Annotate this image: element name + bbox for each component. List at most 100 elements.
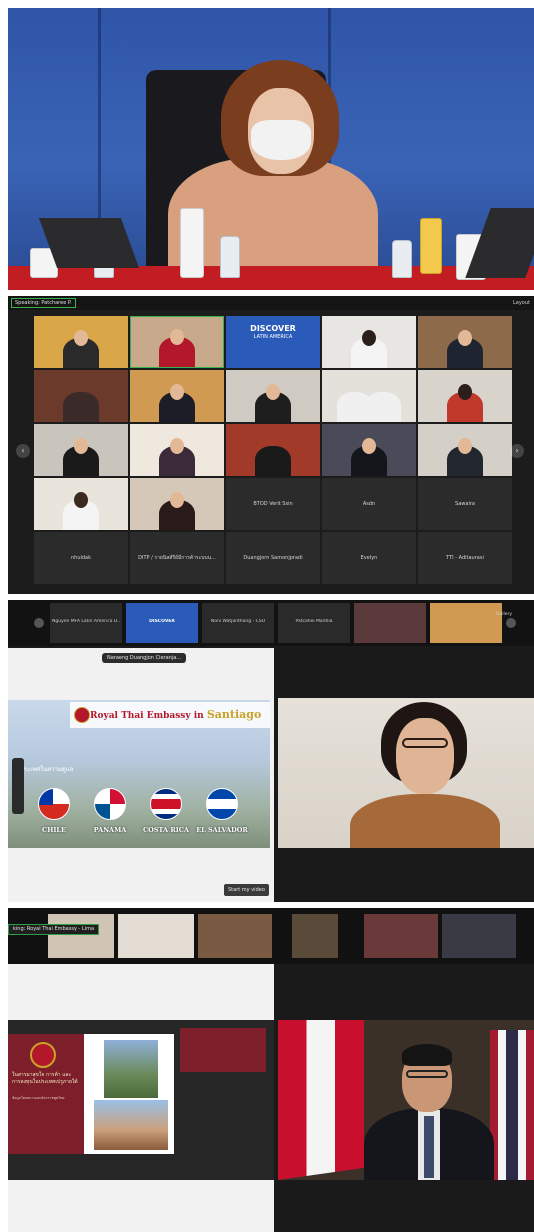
video-tile [322,424,416,476]
share-margin [8,1180,274,1232]
speaking-indicator: king: Royal Thai Embassy - Lima [8,924,100,935]
video-tile [226,424,320,476]
active-speaker-video [278,698,534,848]
glasses [402,738,448,748]
country-label: COSTA RICA [143,826,189,834]
video-tile [130,370,224,422]
shared-screen: ในสารมาสุขใจ การค้า และ การลงทุนในประเทศ… [8,1020,274,1180]
speaker-tie [424,1116,434,1178]
video-tile [130,424,224,476]
participant [255,446,291,476]
zoom-gallery-view: Speaking: Patcharee P. Layout DISCOVER L… [8,296,534,594]
panama-flag-icon [94,788,126,820]
participant [365,392,402,422]
video-tile [34,478,128,530]
participant-head [458,438,472,454]
video-margin [278,1180,534,1232]
participant-name: Noni Watjanthang - CSO [210,619,266,624]
thumbnail-tile: Patcahei Mantlia [278,603,350,643]
video-tile [322,316,416,368]
video-tile [418,316,512,368]
participant-head [362,438,376,454]
speaking-indicator: Speaking: Patcharee P. [11,298,76,308]
active-speaker-video [278,1020,534,1180]
slide-heading-line: ในสารมาสุขใจ การค้า และ [12,1072,72,1078]
zoom-share-view-lima: king: Royal Thai Embassy - Lima ในสารมาส… [8,908,534,1232]
slide-title-city: Santiago [206,708,262,721]
chevron-right-icon[interactable] [506,618,516,628]
video-tile [418,424,512,476]
peru-flag [278,1020,364,1180]
slide-title-text: Royal Thai Embassy in [90,711,204,721]
thumbnail-tile: Nguyen MFA Latin America D... [50,603,122,643]
chevron-left-icon[interactable] [34,618,44,628]
video-tile [34,370,128,422]
thumbnail-tile [292,914,338,958]
discover-subtitle: LATIN AMERICA [253,334,293,340]
thumbnail-tile [354,603,426,643]
annotation-toolbar[interactable] [12,758,24,814]
name-tile: Asdn [322,478,416,530]
participant-head [362,330,376,346]
participant-name: Patcahei Mantlia [295,619,333,624]
participant-head [170,329,184,345]
yellow-thermos [420,218,442,274]
name-tile: DITP / รายนิสส์รีย์มีการค้าระบบน... [130,532,224,584]
slide-note: ข้อมูลโดยสถานเอกอัครราชทูตไทย [12,1096,65,1100]
chevron-right-icon[interactable]: › [510,444,524,458]
name-tile: Sawaira [418,478,512,530]
slide-heading: ในสารมาสุขใจ การค้า และ การลงทุนในประเทศ… [12,1072,84,1086]
participant-name: BTOD Verit Ssin [253,501,293,507]
video-tile [34,316,128,368]
name-tile: Evelyn [322,532,416,584]
country-label: EL SALVADOR [196,826,248,834]
zoom-top-bar: Speaking: Patcharee P. Layout [8,296,534,310]
lima-slide: ในสารมาสุขใจ การค้า และ การลงทุนในประเทศ… [8,1034,174,1154]
chevron-left-icon[interactable]: ‹ [16,444,30,458]
participant-head [74,438,88,454]
thumbnail-tile [364,914,438,958]
thumbnail-tile: DISCOVER [126,603,198,643]
shared-screen: Naraeng Duangjon Cieranja... Royal Thai … [8,648,274,902]
participant-head [170,492,184,508]
thumbnail-tile: Noni Watjanthang - CSO [202,603,274,643]
water-bottle [220,236,240,278]
thumbnail-tile [442,914,516,958]
face-mask [251,120,311,160]
video-tile [34,424,128,476]
video-tile [418,370,512,422]
gallery-view-button[interactable]: Gallery [496,612,512,617]
name-tile: nhuldak [34,532,128,584]
name-tile: Duangjorn Samonjpradi [226,532,320,584]
embassy-slide: Royal Thai Embassy in Santiago ประเทศในค… [8,700,270,848]
speaker-face [396,718,454,794]
thumbnail-strip: Nguyen MFA Latin America D... DISCOVER N… [8,600,534,646]
presenter-name-pill: Naraeng Duangjon Cieranja... [102,653,187,663]
country-label: PANAMA [93,826,127,834]
participant-name: Nguyen MFA Latin America D... [52,619,120,624]
thermos [180,208,204,278]
video-tile: DISCOVER LATIN AMERICA [226,316,320,368]
layout-button[interactable]: Layout [513,298,530,308]
participant-name: Asdn [362,501,376,507]
speaker-hair [402,1044,452,1066]
participant-head [74,492,88,508]
participant-name: Duangjorn Samonjpradi [243,555,303,561]
participant-name: TTI - Aditaurasi [446,555,484,561]
start-video-button[interactable]: Start my video [224,884,269,896]
glasses [406,1070,448,1078]
water-bottle [392,240,412,278]
slide-red-panel: ในสารมาสุขใจ การค้า และ การลงทุนในประเทศ… [8,1034,84,1154]
discover-logo: DISCOVER LATIN AMERICA [234,324,312,342]
participant-head [74,330,88,346]
discover-logo: DISCOVER [149,619,175,624]
slide-thumbnail[interactable] [180,1028,266,1072]
participant-head [458,384,472,400]
participant-head [170,384,184,400]
thumbnail-tile [198,914,272,958]
city-photo [94,1100,168,1150]
participant-head [458,330,472,346]
participant-name: DITP / รายนิสส์รีย์มีการค้าระบบน... [138,555,216,561]
machu-picchu-photo [104,1040,158,1098]
participant-head [266,384,280,400]
